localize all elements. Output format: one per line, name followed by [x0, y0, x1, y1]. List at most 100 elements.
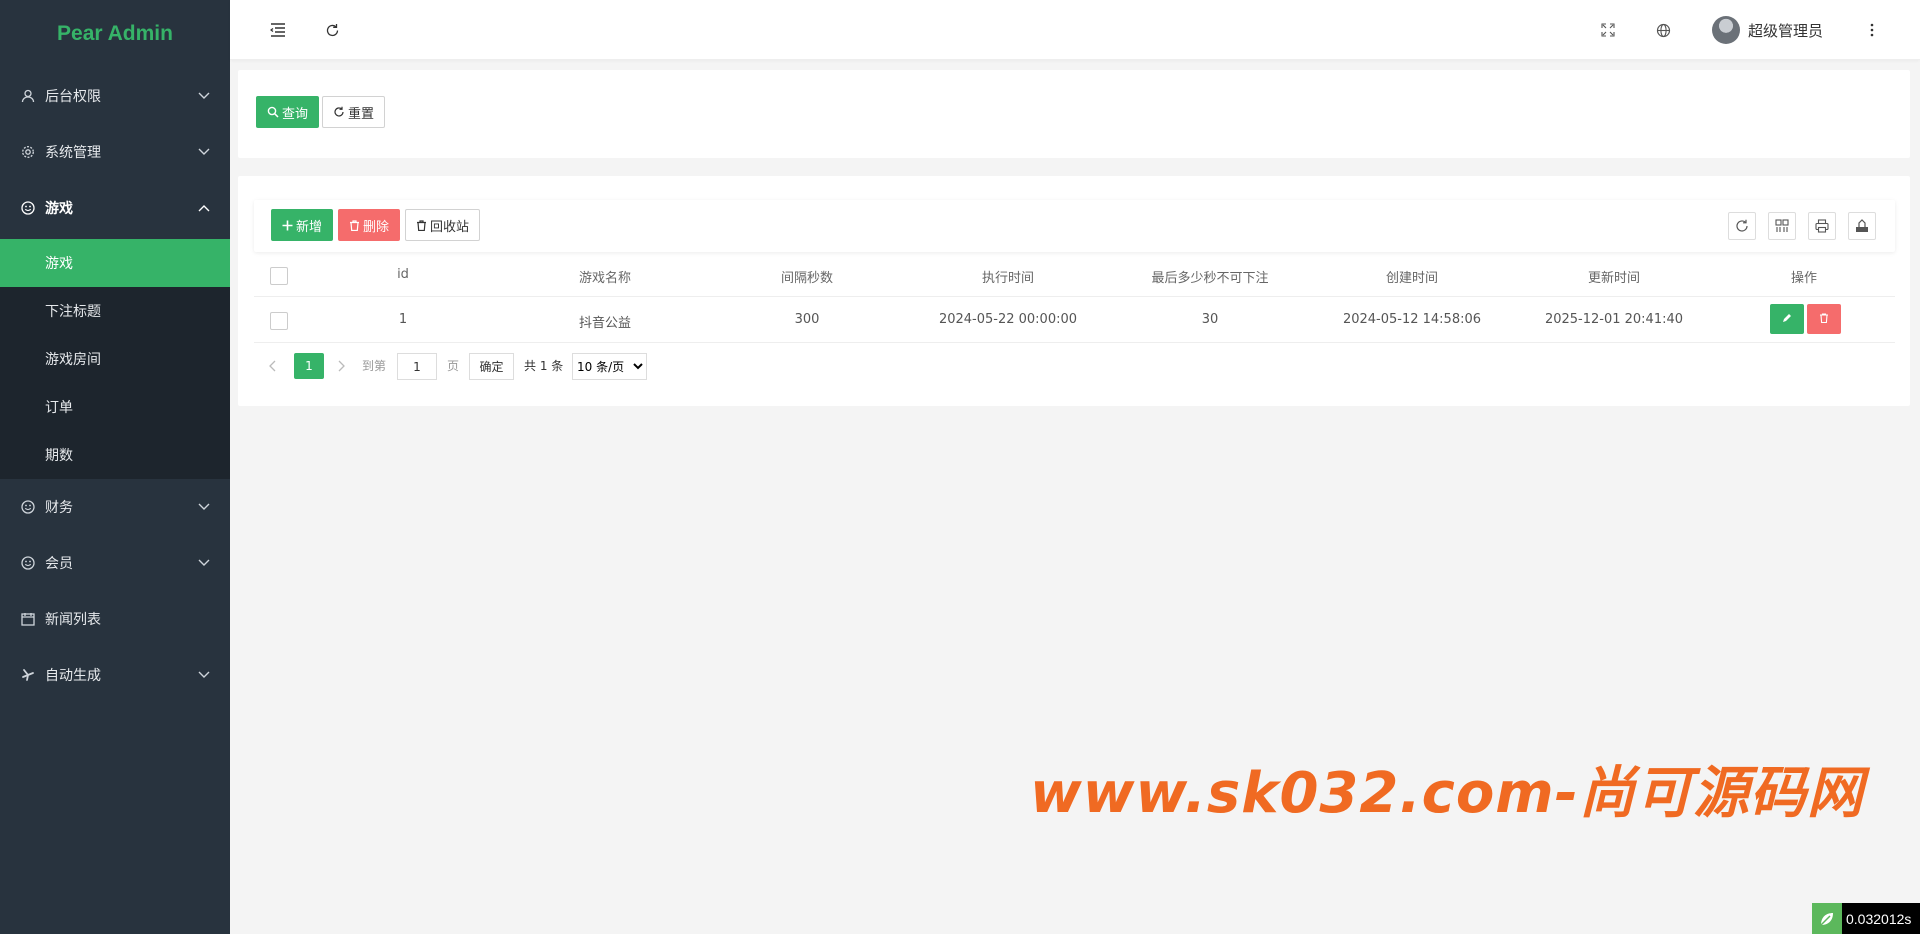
chevron-down-icon: [198, 90, 210, 102]
sidebar-item-finance[interactable]: 财务: [0, 479, 230, 535]
column-header-created[interactable]: 创建时间: [1332, 267, 1492, 286]
prev-page-icon[interactable]: [268, 353, 276, 379]
avatar: [1712, 16, 1740, 44]
plus-icon: [282, 220, 293, 231]
trash-icon: [349, 219, 360, 231]
sidebar-item-label: 自动生成: [45, 668, 101, 684]
sidebar-item-autogen[interactable]: 自动生成: [0, 647, 230, 703]
calendar-icon: [20, 611, 36, 627]
submenu-item-periods[interactable]: 期数: [0, 431, 230, 479]
sidebar-item-label: 新闻列表: [45, 612, 101, 628]
current-page[interactable]: 1: [294, 353, 324, 379]
pencil-icon: [1782, 311, 1792, 327]
smile-icon: [20, 499, 36, 515]
user-menu[interactable]: 超级管理员: [1712, 15, 1823, 45]
row-divider: [254, 342, 1895, 343]
edit-button[interactable]: [1770, 304, 1804, 334]
fan-icon: [20, 667, 36, 683]
debug-timer[interactable]: 0.032012s: [1812, 903, 1920, 934]
trash-icon: [416, 219, 427, 231]
sidebar-item-members[interactable]: 会员: [0, 535, 230, 591]
search-icon: [267, 106, 279, 118]
submenu-item-game[interactable]: 游戏: [0, 239, 230, 287]
export-icon[interactable]: [1848, 212, 1876, 240]
query-label: 查询: [282, 106, 309, 122]
header-divider: [254, 296, 1895, 297]
recycle-label: 回收站: [430, 219, 470, 235]
cell-id: 1: [398, 312, 408, 327]
table-refresh-icon[interactable]: [1728, 212, 1756, 240]
chevron-up-icon: [198, 202, 210, 214]
sidebar-item-label: 游戏: [45, 201, 73, 217]
app-logo[interactable]: Pear Admin: [0, 0, 230, 68]
column-header-id[interactable]: id: [323, 267, 483, 282]
sidebar-item-permissions[interactable]: 后台权限: [0, 68, 230, 124]
sidebar-item-system[interactable]: 系统管理: [0, 124, 230, 180]
reset-label: 重置: [348, 106, 375, 122]
refresh-icon[interactable]: [320, 18, 344, 42]
more-icon[interactable]: [1860, 18, 1884, 42]
reset-button[interactable]: 重置: [322, 96, 386, 128]
column-header-name[interactable]: 游戏名称: [525, 267, 685, 286]
submenu-item-bet-title[interactable]: 下注标题: [0, 287, 230, 335]
add-button[interactable]: 新增: [271, 209, 334, 241]
leaf-icon: [1812, 903, 1842, 934]
watermark-text: www.sk032.com-尚可源码网: [1030, 761, 1864, 826]
add-label: 新增: [296, 219, 323, 235]
recycle-bin-button[interactable]: 回收站: [405, 209, 481, 241]
chevron-down-icon: [198, 669, 210, 681]
total-count: 共 1 条: [524, 359, 564, 373]
goto-label: 到第: [362, 359, 387, 373]
cell-last-seconds: 30: [1201, 312, 1219, 327]
sidebar-item-news[interactable]: 新闻列表: [0, 591, 230, 647]
column-header-exec-time[interactable]: 执行时间: [928, 267, 1088, 286]
row-delete-button[interactable]: [1807, 304, 1841, 334]
row-checkbox[interactable]: [270, 312, 288, 330]
smile-icon: [20, 555, 36, 571]
print-icon[interactable]: [1808, 212, 1836, 240]
sidebar-item-game[interactable]: 游戏: [0, 180, 230, 236]
column-header-interval[interactable]: 间隔秒数: [727, 267, 887, 286]
gear-icon: [20, 144, 36, 160]
game-submenu: 游戏 下注标题 游戏房间 订单 期数: [0, 239, 230, 479]
next-page-icon[interactable]: [338, 353, 346, 379]
cell-exec-time: 2024-05-22 00:00:00: [938, 312, 1078, 327]
sidebar: Pear Admin 后台权限 系统管理 游戏 游戏 下注标题 游戏房间 订单 …: [0, 0, 230, 934]
user-name: 超级管理员: [1748, 21, 1824, 40]
page-size-select[interactable]: 10 条/页: [572, 353, 647, 380]
cell-created: 2024-05-12 14:58:06: [1342, 312, 1482, 327]
select-all-checkbox[interactable]: [270, 267, 288, 285]
table-toolbar: [254, 200, 1895, 252]
delete-button[interactable]: 删除: [338, 209, 401, 241]
submenu-item-orders[interactable]: 订单: [0, 383, 230, 431]
sidebar-item-label: 会员: [45, 556, 73, 572]
sidebar-item-label: 财务: [45, 500, 73, 516]
timer-value: 0.032012s: [1846, 910, 1912, 927]
cell-updated: 2025-12-01 20:41:40: [1544, 312, 1684, 327]
page-unit-label: 页: [447, 359, 460, 373]
cell-interval: 300: [794, 312, 820, 327]
query-button[interactable]: 查询: [256, 96, 320, 128]
columns-icon[interactable]: [1768, 212, 1796, 240]
top-header: 超级管理员: [230, 0, 1920, 60]
submenu-item-game-room[interactable]: 游戏房间: [0, 335, 230, 383]
refresh-icon: [333, 106, 345, 118]
user-icon: [20, 88, 36, 104]
column-header-updated[interactable]: 更新时间: [1534, 267, 1694, 286]
menu-fold-icon[interactable]: [266, 18, 290, 42]
globe-icon[interactable]: [1651, 18, 1675, 42]
column-header-last-seconds[interactable]: 最后多少秒不可下注: [1130, 267, 1290, 286]
goto-page-input[interactable]: [397, 353, 437, 380]
delete-label: 删除: [363, 219, 390, 235]
trash-icon: [1819, 311, 1829, 327]
search-panel: [238, 70, 1910, 158]
sidebar-item-label: 系统管理: [45, 145, 101, 161]
goto-confirm-button[interactable]: 确定: [469, 353, 514, 380]
chevron-down-icon: [198, 557, 210, 569]
smile-icon: [20, 200, 36, 216]
fullscreen-icon[interactable]: [1596, 18, 1620, 42]
chevron-down-icon: [198, 146, 210, 158]
chevron-down-icon: [198, 501, 210, 513]
column-header-actions: 操作: [1790, 271, 1817, 286]
cell-name: 抖音公益: [578, 316, 631, 331]
